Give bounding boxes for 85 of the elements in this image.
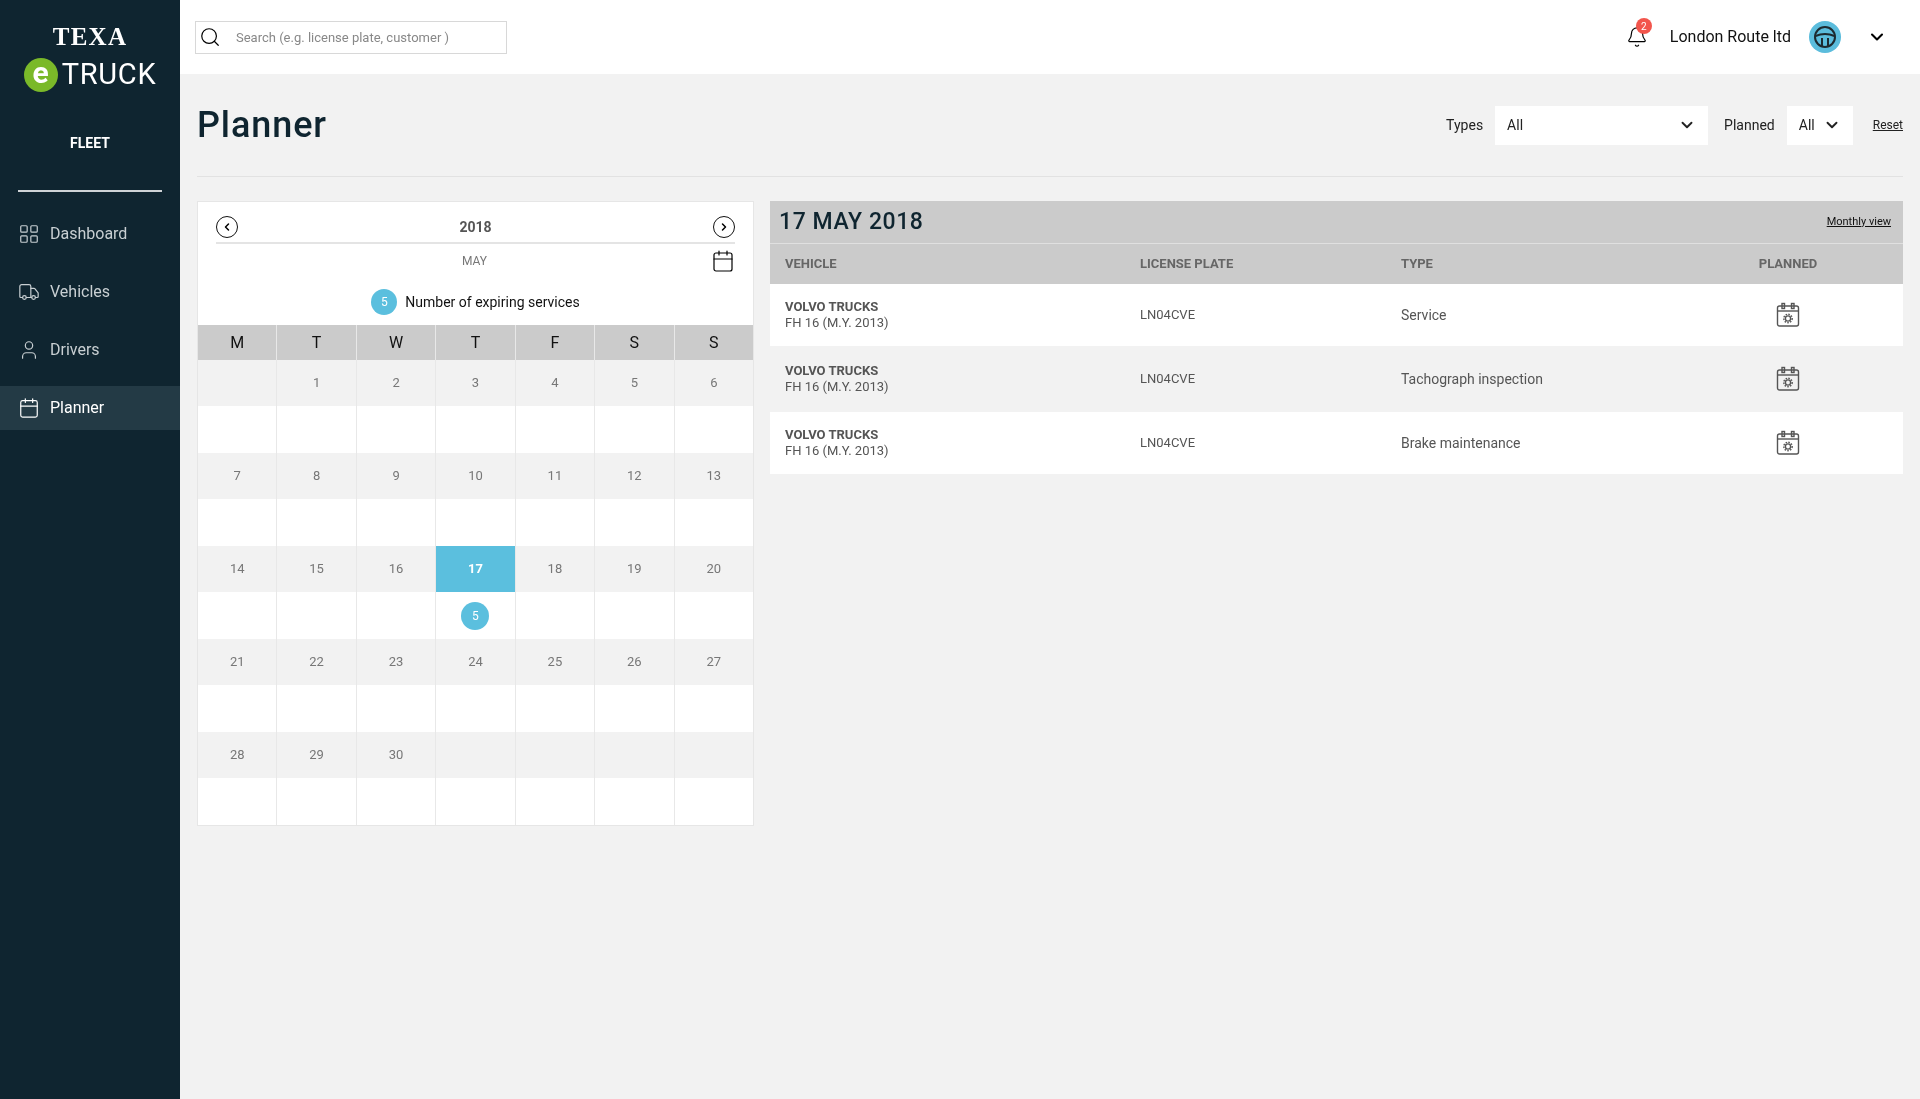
day-number-cell[interactable]: 25 (515, 639, 595, 685)
steering-wheel-avatar-icon[interactable] (1809, 21, 1841, 53)
service-type: Brake maintenance (1401, 433, 1522, 453)
nav-item[interactable]: Dashboard (0, 211, 180, 256)
search-field[interactable]: Search (e.g. license plate, customer ) (195, 20, 507, 54)
filter-label: Types (1446, 115, 1484, 135)
vehicle-make: VOLVO TRUCKS (785, 362, 880, 379)
count-badge[interactable]: 5 (461, 601, 490, 630)
weekday-header: T (436, 325, 515, 360)
reset-link[interactable]: Reset (1872, 116, 1903, 134)
day-number-cell[interactable]: 4 (515, 360, 595, 406)
day-number-cell[interactable]: 27 (674, 639, 753, 685)
vehicle-model: FH 16 (M.Y. 2013) (785, 379, 890, 396)
filter-label: Planned (1724, 115, 1775, 135)
day-number-cell[interactable]: 6 (674, 360, 753, 406)
day-number-cell[interactable]: 14 (198, 546, 277, 592)
day-number-cell[interactable]: 3 (436, 360, 515, 406)
day-number-cell[interactable]: 5 (595, 360, 674, 406)
day-number-cell[interactable]: 22 (277, 639, 356, 685)
weekday-header: S (595, 325, 674, 360)
day-number-cell[interactable]: 24 (436, 639, 515, 685)
vehicle-make: VOLVO TRUCKS (785, 298, 880, 315)
calendar-icon (18, 396, 40, 419)
day-number-cell[interactable]: 18 (515, 546, 595, 592)
vehicle-model: FH 16 (M.Y. 2013) (785, 315, 890, 332)
day-number-cell[interactable]: 21 (198, 639, 277, 685)
nav-item[interactable]: Planner (0, 385, 180, 430)
calendar-gear-icon[interactable] (1776, 366, 1800, 392)
weekday-header: F (515, 325, 595, 360)
month-label: MAY (460, 253, 489, 270)
calendar-gear-icon[interactable] (1776, 302, 1800, 328)
day-number-cell[interactable]: 23 (356, 639, 436, 685)
page-title: Planner (197, 103, 327, 148)
day-number-cell[interactable]: 20 (674, 546, 753, 592)
weekday-header: W (356, 325, 436, 360)
brand-name: TEXA (52, 24, 128, 49)
weekday-header: S (674, 325, 753, 360)
license-plate: LN04CVE (1140, 370, 1196, 389)
column-header: PLANNED (1757, 255, 1819, 274)
calendar-icon[interactable] (711, 249, 735, 273)
service-type: Service (1401, 305, 1448, 325)
day-number-cell[interactable]: 19 (595, 546, 674, 592)
day-number-cell[interactable]: 8 (277, 453, 356, 499)
day-number-cell[interactable]: 11 (515, 453, 595, 499)
day-number-cell[interactable]: 29 (277, 732, 356, 778)
service-type: Tachograph inspection (1401, 369, 1544, 389)
notification-count: 2 (1635, 18, 1652, 34)
day-number-cell[interactable]: 17 (436, 546, 515, 592)
license-plate: LN04CVE (1140, 434, 1196, 453)
day-number-cell[interactable]: 10 (436, 453, 515, 499)
column-header: TYPE (1401, 255, 1434, 274)
column-header: LICENSE PLATE (1140, 255, 1235, 274)
date-title: 17 MAY 2018 (779, 206, 924, 237)
filter-select[interactable]: All (1495, 105, 1709, 145)
filter-select[interactable]: All (1786, 105, 1853, 145)
day-number-cell[interactable]: 2 (356, 360, 436, 406)
account-name: London Route ltd (1669, 26, 1791, 48)
day-number-cell[interactable]: 9 (356, 453, 436, 499)
legend-label: Number of expiring services (405, 292, 580, 312)
day-number-cell[interactable]: 7 (198, 453, 277, 499)
vehicle-make: VOLVO TRUCKS (785, 426, 880, 443)
day-number-cell[interactable]: 15 (277, 546, 356, 592)
calendar-gear-icon[interactable] (1776, 430, 1800, 456)
day-number-cell[interactable]: 13 (674, 453, 753, 499)
product-name: TRUCK (61, 56, 157, 93)
search-icon (199, 25, 221, 48)
day-number-cell[interactable]: 16 (356, 546, 436, 592)
day-number-cell[interactable]: 26 (595, 639, 674, 685)
count-badge: 5 (371, 289, 398, 315)
monthly-view-link[interactable]: Monthly view (1826, 213, 1891, 231)
grid-icon (18, 222, 40, 245)
logo-badge: e (23, 57, 58, 92)
section-title: FLEET (70, 133, 110, 153)
vehicle-model: FH 16 (M.Y. 2013) (785, 443, 890, 460)
nav-item[interactable]: Vehicles (0, 269, 180, 314)
column-header: VEHICLE (785, 255, 838, 274)
day-number-cell[interactable]: 1 (277, 360, 356, 406)
license-plate: LN04CVE (1140, 306, 1196, 325)
day-number-cell[interactable]: 28 (198, 732, 277, 778)
year-label: 2018 (458, 217, 493, 237)
weekday-header: T (277, 325, 356, 360)
weekday-header: M (198, 325, 277, 360)
nav-item[interactable]: Drivers (0, 327, 180, 372)
day-number-cell[interactable]: 30 (356, 732, 436, 778)
day-number-cell[interactable]: 12 (595, 453, 674, 499)
